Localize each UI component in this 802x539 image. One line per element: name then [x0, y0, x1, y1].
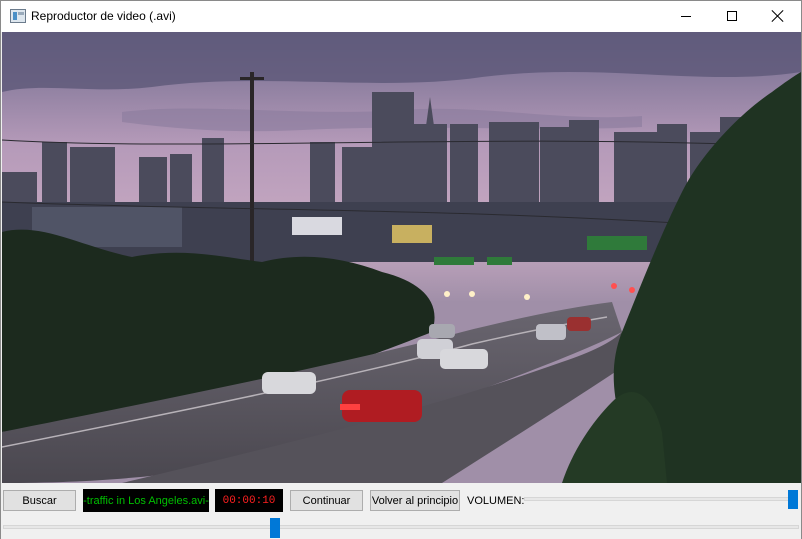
app-icon: [10, 9, 26, 23]
title-bar[interactable]: Reproductor de video (.avi): [1, 1, 801, 32]
seek-slider-thumb[interactable]: [270, 518, 281, 538]
continue-button[interactable]: Continuar: [290, 490, 363, 511]
close-icon: [772, 10, 784, 22]
volume-slider-track[interactable]: [524, 497, 798, 501]
volume-label: VOLUMEN:: [467, 495, 525, 507]
search-button[interactable]: Buscar: [3, 490, 76, 511]
maximize-button[interactable]: [709, 1, 755, 31]
window-title: Reproductor de video (.avi): [31, 9, 176, 23]
seek-slider-track[interactable]: [3, 525, 799, 529]
close-button[interactable]: [755, 1, 801, 31]
video-frame: [2, 32, 801, 483]
app-window: Reproductor de video (.avi) Buscar -traf…: [0, 0, 802, 539]
timecode-display: 00:00:10: [215, 489, 283, 512]
filename-display: -traffic in Los Angeles.avi-: [83, 489, 209, 512]
video-display: [2, 32, 801, 483]
minimize-button[interactable]: [663, 1, 709, 31]
volume-slider-thumb[interactable]: [788, 490, 798, 509]
maximize-icon: [727, 11, 737, 21]
restart-button[interactable]: Volver al principio: [370, 490, 460, 511]
minimize-icon: [681, 15, 691, 17]
